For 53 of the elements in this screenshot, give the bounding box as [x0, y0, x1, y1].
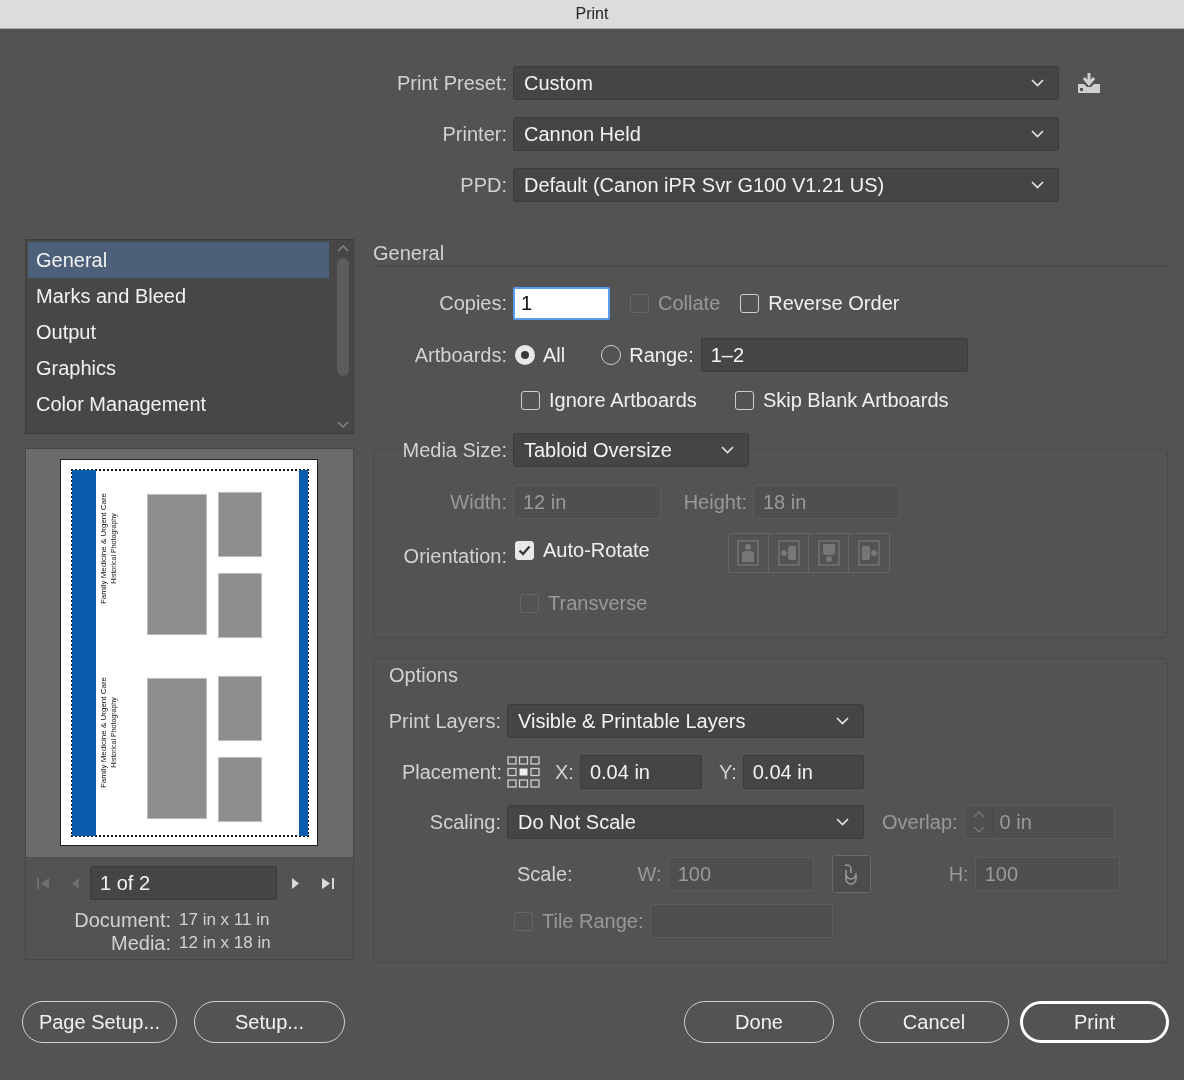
- field-label: Scale:: [517, 862, 573, 887]
- checkbox-label: Collate: [658, 291, 721, 316]
- field-label: Media:: [109, 930, 172, 956]
- field-label: PPD:: [459, 173, 508, 198]
- dropdown[interactable]: Do Not Scale: [507, 805, 864, 839]
- field-label: Scaling:: [428, 810, 502, 835]
- field-label: Y:: [718, 760, 738, 785]
- dropdown[interactable]: Default (Canon iPR Svr G100 V1.21 US): [513, 168, 1059, 202]
- sidebar-item[interactable]: General: [28, 242, 329, 278]
- input-field[interactable]: 1 of 2: [90, 866, 277, 900]
- field-label: Copies:: [438, 291, 508, 316]
- radio-label: All: [543, 343, 566, 368]
- sidebar-item[interactable]: Color Management: [28, 386, 329, 422]
- checkbox-label: Tile Range:: [542, 909, 644, 934]
- field-label: Artboards:: [413, 343, 508, 368]
- field-label: Document:: [73, 907, 172, 933]
- field-label: Placement:: [400, 760, 503, 785]
- field-label: Height:: [682, 490, 748, 515]
- checkbox-label: Skip Blank Artboards: [762, 388, 949, 413]
- field-label: Printer:: [441, 122, 508, 147]
- input-field[interactable]: 0.04 in: [579, 755, 702, 789]
- input-field[interactable]: 1: [513, 286, 610, 320]
- dropdown[interactable]: Visible & Printable Layers: [507, 704, 864, 738]
- sidebar-item[interactable]: Output: [28, 314, 329, 350]
- section-heading: General: [373, 240, 445, 266]
- checkbox-label: Ignore Artboards: [549, 388, 697, 413]
- section-heading: Options: [389, 663, 458, 688]
- dropdown[interactable]: Tabloid Oversize: [513, 433, 749, 467]
- checkbox-label: Auto-Rotate: [543, 538, 650, 563]
- field-value: 12 in x 18 in: [179, 931, 271, 954]
- input-field[interactable]: 0.04 in: [742, 755, 864, 789]
- page-title: Family Medicine & Urgent Care: [99, 492, 108, 605]
- field-label: Orientation:: [402, 544, 508, 569]
- field-label: Print Layers:: [387, 709, 502, 734]
- radio-label: Range:: [629, 343, 694, 368]
- field-label: W:: [637, 862, 663, 887]
- checkbox-label: Reverse Order: [768, 291, 900, 316]
- dropdown[interactable]: Cannon Held: [513, 117, 1059, 151]
- sidebar-item[interactable]: Graphics: [28, 350, 329, 386]
- field-value: 17 in x 11 in: [179, 908, 270, 931]
- dialog-button[interactable]: Print: [1020, 1001, 1169, 1043]
- field-label: Print Preset:: [395, 71, 508, 96]
- page-title: Family Medicine & Urgent Care: [99, 676, 108, 789]
- field-label: X:: [555, 760, 575, 785]
- sidebar-item[interactable]: Marks and Bleed: [28, 278, 329, 314]
- field-label: H:: [948, 862, 970, 887]
- window-title: Print: [575, 4, 609, 24]
- input-field[interactable]: 1–2: [700, 338, 968, 372]
- field-label: Width:: [449, 490, 508, 515]
- field-label: Overlap:: [882, 810, 959, 835]
- field-label: Media Size:: [401, 438, 508, 463]
- dropdown[interactable]: Custom: [513, 66, 1059, 100]
- checkbox-label: Transverse: [548, 591, 648, 616]
